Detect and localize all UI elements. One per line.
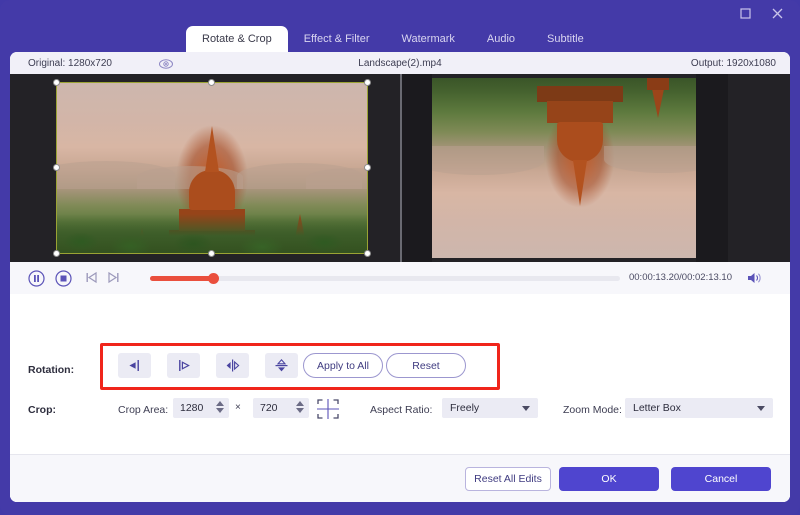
zoom-mode-label: Zoom Mode: — [563, 404, 622, 416]
file-name-label: Landscape(2).mp4 — [358, 58, 442, 69]
tab-audio[interactable]: Audio — [471, 26, 531, 53]
aspect-ratio-label: Aspect Ratio: — [370, 404, 433, 416]
output-video-frame — [432, 78, 728, 258]
crop-handle-bottom-center[interactable] — [208, 250, 215, 257]
crop-height-decrement[interactable] — [296, 408, 304, 413]
tab-watermark[interactable]: Watermark — [386, 26, 471, 53]
crop-width-value: 1280 — [180, 402, 204, 414]
crop-handle-middle-right[interactable] — [364, 164, 371, 171]
tab-effect-filter[interactable]: Effect & Filter — [288, 26, 386, 53]
volume-icon[interactable] — [746, 270, 762, 286]
crop-width-stepper[interactable] — [216, 401, 224, 413]
apply-to-all-button[interactable]: Apply to All — [303, 353, 383, 378]
crop-selection[interactable] — [53, 79, 371, 257]
reset-all-edits-button[interactable]: Reset All Edits — [465, 467, 551, 491]
pause-icon[interactable] — [28, 270, 45, 287]
ok-button[interactable]: OK — [559, 467, 659, 491]
crop-height-input[interactable]: 720 — [253, 398, 309, 418]
info-bar: Original: 1280x720 Landscape(2).mp4 Outp… — [10, 52, 790, 74]
editor-window: Rotate & Crop Effect & Filter Watermark … — [0, 0, 800, 515]
crop-height-increment[interactable] — [296, 401, 304, 406]
progress-fill — [150, 276, 214, 281]
stop-icon[interactable] — [55, 270, 72, 287]
zoom-mode-value: Letter Box — [633, 402, 681, 414]
previous-frame-icon[interactable] — [84, 270, 101, 287]
output-resolution-label: Output: 1920x1080 — [690, 58, 776, 69]
rotation-label: Rotation: — [28, 364, 75, 376]
timecode-label: 00:00:13.20/00:02:13.10 — [628, 272, 732, 283]
preview-divider — [400, 74, 402, 262]
crop-handle-top-left[interactable] — [53, 79, 60, 86]
crop-area-label: Crop Area: — [118, 404, 169, 416]
close-icon[interactable] — [768, 4, 786, 22]
progress-slider[interactable] — [150, 273, 620, 284]
rotate-left-icon[interactable] — [118, 353, 151, 378]
flip-vertical-icon[interactable] — [265, 353, 298, 378]
zoom-mode-select[interactable]: Letter Box — [625, 398, 773, 418]
crop-handle-top-center[interactable] — [208, 79, 215, 86]
crop-position-icon[interactable] — [313, 397, 343, 421]
crop-width-decrement[interactable] — [216, 408, 224, 413]
progress-knob[interactable] — [208, 273, 219, 284]
preview-area — [10, 74, 790, 262]
title-bar — [0, 0, 800, 27]
crop-dimension-separator: × — [235, 402, 241, 413]
letterbox-bar-right — [696, 74, 728, 262]
flip-horizontal-icon[interactable] — [216, 353, 249, 378]
crop-width-input[interactable]: 1280 — [173, 398, 229, 418]
aspect-ratio-select[interactable]: Freely — [442, 398, 538, 418]
maximize-icon[interactable] — [736, 4, 754, 22]
output-preview[interactable] — [400, 74, 790, 262]
window-controls — [736, 4, 786, 22]
crop-label: Crop: — [28, 404, 56, 416]
tab-bar: Rotate & Crop Effect & Filter Watermark … — [186, 25, 600, 53]
crop-handle-bottom-right[interactable] — [364, 250, 371, 257]
original-preview[interactable] — [10, 74, 400, 262]
content-panel: Original: 1280x720 Landscape(2).mp4 Outp… — [10, 52, 790, 502]
cancel-button[interactable]: Cancel — [671, 467, 771, 491]
crop-height-stepper[interactable] — [296, 401, 304, 413]
tab-subtitle[interactable]: Subtitle — [531, 26, 600, 53]
crop-width-increment[interactable] — [216, 401, 224, 406]
crop-handle-top-right[interactable] — [364, 79, 371, 86]
reset-rotation-button[interactable]: Reset — [386, 353, 466, 378]
crop-height-value: 720 — [260, 402, 278, 414]
aspect-ratio-value: Freely — [450, 402, 480, 414]
footer-bar: Reset All Edits OK Cancel — [10, 454, 790, 502]
tab-rotate-crop[interactable]: Rotate & Crop — [186, 26, 288, 53]
chevron-down-icon[interactable] — [757, 406, 765, 411]
letterbox-bar-left — [400, 74, 432, 262]
rotate-right-icon[interactable] — [167, 353, 200, 378]
controls-area: Rotation: Apply to All Reset Crop: Crop … — [10, 294, 790, 502]
crop-handle-middle-left[interactable] — [53, 164, 60, 171]
chevron-down-icon[interactable] — [522, 406, 530, 411]
next-frame-icon[interactable] — [106, 270, 123, 287]
crop-handle-bottom-left[interactable] — [53, 250, 60, 257]
playback-bar: 00:00:13.20/00:02:13.10 — [10, 262, 790, 294]
